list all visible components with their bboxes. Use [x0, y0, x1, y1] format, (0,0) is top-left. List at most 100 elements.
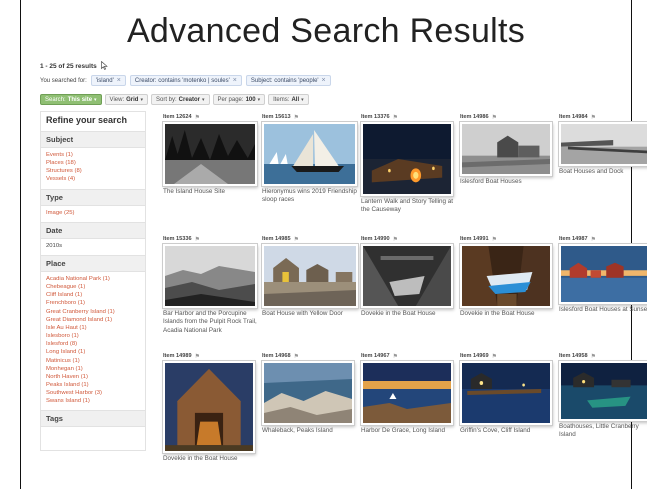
photo-thumbnail[interactable]: [361, 244, 453, 308]
photo-thumbnail[interactable]: [262, 244, 358, 308]
sidebar-facet-link[interactable]: Events (1): [46, 151, 140, 159]
item-caption[interactable]: Boat Houses and Dock: [559, 168, 647, 176]
sidebar-facet-link[interactable]: Cliff Island (1): [46, 291, 140, 299]
sidebar-facet-link[interactable]: Swans Island (1): [46, 397, 140, 405]
item-id-label[interactable]: Item 15613 ⚑: [262, 113, 358, 121]
item-id-label[interactable]: Item 14990 ⚑: [361, 235, 457, 243]
flag-icon[interactable]: ⚑: [492, 114, 497, 121]
sidebar-facet-link[interactable]: Structures (8): [46, 167, 140, 175]
item-caption[interactable]: Islesford Boat Houses at Sunset: [559, 306, 647, 314]
grid-item[interactable]: Item 13376 ⚑ Lantern Walk and Story Tellin…: [361, 113, 457, 213]
sidebar-facet-link[interactable]: North Haven (1): [46, 373, 140, 381]
sidebar-facet-link[interactable]: Peaks Island (1): [46, 381, 140, 389]
item-caption[interactable]: Dovekie in the Boat House: [361, 310, 457, 318]
item-caption[interactable]: The Island House Site: [163, 188, 259, 196]
grid-item[interactable]: Item 15613 ⚑ Hieronymus wins 2019 Friendsh…: [262, 113, 358, 203]
item-caption[interactable]: Lantern Walk and Story Telling at the Ca…: [361, 198, 457, 215]
item-caption[interactable]: Hieronymus wins 2019 Friendship sloop ra…: [262, 188, 358, 205]
item-id-label[interactable]: Item 14989 ⚑: [163, 352, 259, 360]
sort-dropdown[interactable]: Sort by: Creator ▾: [150, 94, 210, 105]
grid-item[interactable]: Item 12624 ⚑ The Island House Site: [163, 113, 259, 195]
flag-icon[interactable]: ⚑: [195, 114, 200, 121]
search-chip-subject[interactable]: Subject: contains 'people' ×: [245, 75, 331, 86]
photo-thumbnail[interactable]: [361, 122, 453, 196]
sidebar-facet-link[interactable]: Isle Au Haut (1): [46, 324, 140, 332]
grid-item[interactable]: Item 14990 ⚑ Dovekie in the Boat House: [361, 235, 457, 317]
grid-item[interactable]: Item 14967 ⚑ Harbor De Grace, Long Island: [361, 352, 457, 434]
item-caption[interactable]: Bar Harbor and the Porcupine Islands fro…: [163, 310, 259, 335]
sidebar-facet-link[interactable]: Southwest Harbor (3): [46, 389, 140, 397]
sidebar-facet-link[interactable]: Chebeague (1): [46, 283, 140, 291]
item-caption[interactable]: Whaleback, Peaks Island: [262, 427, 358, 435]
flag-icon[interactable]: ⚑: [492, 353, 497, 360]
flag-icon[interactable]: ⚑: [591, 236, 596, 243]
grid-item[interactable]: Item 14969 ⚑ Griffin's Cove, Cliff Island: [460, 352, 556, 434]
close-icon[interactable]: ×: [322, 77, 326, 84]
item-caption[interactable]: Griffin's Cove, Cliff Island: [460, 427, 556, 435]
item-id-label[interactable]: Item 13376 ⚑: [361, 113, 457, 121]
photo-thumbnail[interactable]: [262, 361, 354, 425]
item-id-label[interactable]: Item 15336 ⚑: [163, 235, 259, 243]
sidebar-facet-link[interactable]: Islesford (8): [46, 340, 140, 348]
flag-icon[interactable]: ⚑: [195, 353, 200, 360]
search-scope-dropdown[interactable]: Search: This site ▾: [40, 94, 102, 105]
grid-item[interactable]: Item 14985 ⚑ Boat House with Yellow Door: [262, 235, 358, 317]
sidebar-facet-link[interactable]: Acadia National Park (1): [46, 275, 140, 283]
photo-thumbnail[interactable]: [262, 122, 357, 186]
grid-item[interactable]: Item 14986 ⚑ Islesford Boat Houses: [460, 113, 556, 185]
item-caption[interactable]: Boat House with Yellow Door: [262, 310, 358, 318]
grid-item[interactable]: Item 14991 ⚑ Dovekie in the Boat House: [460, 235, 556, 317]
search-chip-keyword[interactable]: 'island' ×: [90, 75, 126, 86]
flag-icon[interactable]: ⚑: [393, 353, 398, 360]
flag-icon[interactable]: ⚑: [393, 114, 398, 121]
item-id-label[interactable]: Item 14991 ⚑: [460, 235, 556, 243]
close-icon[interactable]: ×: [117, 77, 121, 84]
photo-thumbnail[interactable]: [361, 361, 453, 425]
grid-item[interactable]: Item 14958 ⚑ Boathouses, Little Cranberry …: [559, 352, 647, 438]
item-caption[interactable]: Boathouses, Little Cranberry Island: [559, 423, 647, 440]
flag-icon[interactable]: ⚑: [294, 236, 299, 243]
photo-thumbnail[interactable]: [460, 244, 552, 308]
sidebar-facet-link[interactable]: Frenchboro (1): [46, 299, 140, 307]
item-caption[interactable]: Islesford Boat Houses: [460, 178, 556, 186]
item-caption[interactable]: Dovekie in the Boat House: [460, 310, 556, 318]
item-id-label[interactable]: Item 14968 ⚑: [262, 352, 358, 360]
item-id-label[interactable]: Item 14987 ⚑: [559, 235, 647, 243]
item-id-label[interactable]: Item 14969 ⚑: [460, 352, 556, 360]
item-caption[interactable]: Harbor De Grace, Long Island: [361, 427, 457, 435]
photo-thumbnail[interactable]: [460, 122, 552, 176]
item-id-label[interactable]: Item 14985 ⚑: [262, 235, 358, 243]
sidebar-facet-link[interactable]: Vessels (4): [46, 175, 140, 183]
grid-item[interactable]: Item 14989 ⚑ Dovekie in the Boat House: [163, 352, 259, 462]
sidebar-facet-link[interactable]: Great Diamond Island (1): [46, 316, 140, 324]
flag-icon[interactable]: ⚑: [294, 114, 299, 121]
photo-thumbnail[interactable]: [559, 244, 647, 304]
photo-thumbnail[interactable]: [460, 361, 552, 425]
item-id-label[interactable]: Item 12624 ⚑: [163, 113, 259, 121]
sidebar-facet-link[interactable]: Places (18): [46, 159, 140, 167]
sidebar-facet-link[interactable]: Image (25): [46, 209, 140, 217]
close-icon[interactable]: ×: [233, 77, 237, 84]
flag-icon[interactable]: ⚑: [195, 236, 200, 243]
photo-thumbnail[interactable]: [559, 122, 647, 166]
photo-thumbnail[interactable]: [163, 122, 257, 186]
grid-item[interactable]: Item 14984 ⚑ Boat Houses and Dock: [559, 113, 647, 175]
item-id-label[interactable]: Item 14984 ⚑: [559, 113, 647, 121]
grid-item[interactable]: Item 14968 ⚑ Whaleback, Peaks Island: [262, 352, 358, 434]
photo-thumbnail[interactable]: [163, 361, 255, 453]
sidebar-facet-link[interactable]: Great Cranberry Island (1): [46, 308, 140, 316]
grid-item[interactable]: Item 14987 ⚑ Islesford Boat Houses at Suns…: [559, 235, 647, 313]
sidebar-facet-link[interactable]: Islesboro (1): [46, 332, 140, 340]
sidebar-facet-link[interactable]: Matinicus (1): [46, 357, 140, 365]
per-page-dropdown[interactable]: Per page: 100 ▾: [212, 94, 266, 105]
photo-thumbnail[interactable]: [163, 244, 257, 308]
item-caption[interactable]: Dovekie in the Boat House: [163, 455, 259, 463]
flag-icon[interactable]: ⚑: [591, 353, 596, 360]
flag-icon[interactable]: ⚑: [393, 236, 398, 243]
items-dropdown[interactable]: Items: All ▾: [268, 94, 309, 105]
photo-thumbnail[interactable]: [559, 361, 647, 421]
flag-icon[interactable]: ⚑: [591, 114, 596, 121]
item-id-label[interactable]: Item 14958 ⚑: [559, 352, 647, 360]
flag-icon[interactable]: ⚑: [294, 353, 299, 360]
search-chip-creator[interactable]: Creator: contains 'motenko | soules' ×: [129, 75, 242, 86]
